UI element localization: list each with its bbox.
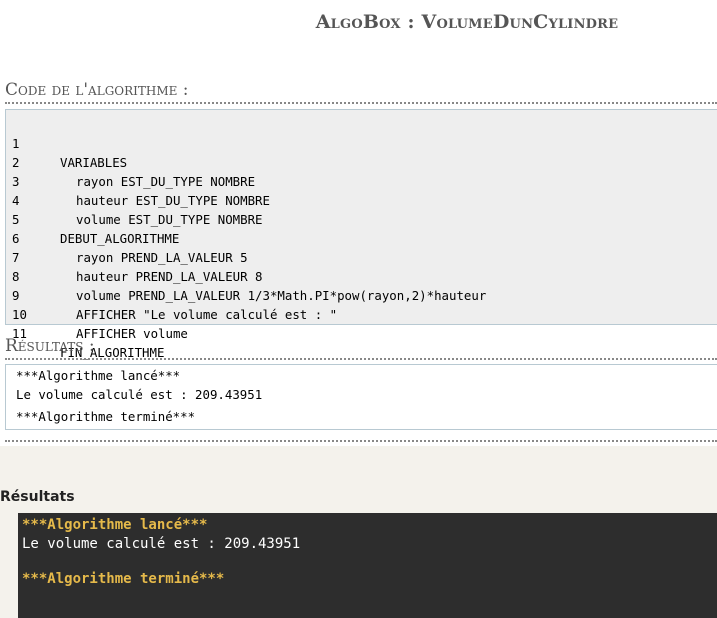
code-line: 6 rayon PREND_LA_VALEUR 5 <box>6 210 717 265</box>
code-line: 8 volume PREND_LA_VALEUR 1/3*Math.PI*pow… <box>6 248 717 303</box>
code-line: 1 VARIABLES <box>6 115 717 170</box>
code-line: 4 volume EST_DU_TYPE NOMBRE <box>6 172 717 227</box>
code-line: 3 hauteur EST_DU_TYPE NOMBRE <box>6 153 717 208</box>
code-line: 2 rayon EST_DU_TYPE NOMBRE <box>6 134 717 189</box>
console-output-line: Le volume calculé est : 209.43951 <box>22 536 301 552</box>
result-line: ***Algorithme lancé*** <box>16 368 181 383</box>
result-line: Le volume calculé est : 209.43951 <box>16 387 263 402</box>
code-listing: 1 VARIABLES 2 rayon EST_DU_TYPE NOMBRE 3… <box>5 109 717 360</box>
results-output: ***Algorithme lancé*** Le volume calculé… <box>5 364 717 430</box>
result-line: ***Algorithme terminé*** <box>16 409 196 424</box>
console-finished-line: ***Algorithme terminé*** <box>22 571 225 587</box>
code-line: 9 AFFICHER "Le volume calculé est : " <box>6 267 717 322</box>
console-heading: Résultats <box>0 489 75 505</box>
code-line: 11 FIN_ALGORITHME <box>6 305 717 360</box>
code-line: 10 AFFICHER volume <box>6 286 717 341</box>
code-section-heading: Code de l'algorithme : <box>5 80 717 104</box>
results-section-heading: Résultats : <box>5 336 717 360</box>
code-line: 7 hauteur PREND_LA_VALEUR 8 <box>6 229 717 284</box>
console-started-line: ***Algorithme lancé*** <box>22 517 208 533</box>
page-title: AlgoBox : VolumeDunCylindre <box>315 11 619 33</box>
console-output: ***Algorithme lancé*** Le volume calculé… <box>18 513 717 618</box>
code-line: 5 DEBUT_ALGORITHME <box>6 191 717 246</box>
dotted-separator <box>5 440 717 442</box>
